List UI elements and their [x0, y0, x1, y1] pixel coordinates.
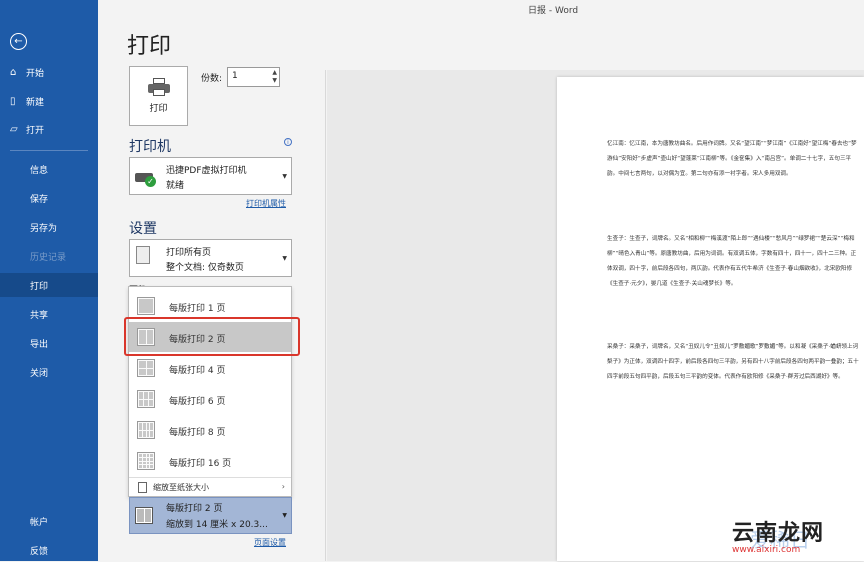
- menu-item-6-pages[interactable]: 每版打印 6 页: [129, 384, 291, 414]
- print-range-line2: 整个文档: 仅奇数页: [166, 263, 244, 273]
- settings-heading: 设置: [129, 221, 157, 237]
- sidebar-item-print[interactable]: 打印: [0, 273, 98, 297]
- sidebar-item-info[interactable]: 信息: [0, 157, 98, 181]
- title-bar: 日报 - Word: [98, 0, 864, 22]
- chevron-down-icon: ▼: [282, 173, 287, 180]
- sidebar-item-open[interactable]: ▱ 打开: [0, 117, 98, 141]
- layout-16-pages-icon: [137, 452, 155, 470]
- menu-item-8-pages[interactable]: 每版打印 8 页: [129, 415, 291, 445]
- print-range-line1: 打印所有页: [166, 248, 212, 258]
- sidebar-item-share[interactable]: 共享: [0, 302, 98, 326]
- preview-divider: [325, 70, 326, 561]
- sidebar-item-label: 新建: [26, 97, 45, 108]
- chevron-down-icon: ▼: [282, 255, 287, 262]
- print-button-label: 打印: [149, 104, 168, 114]
- sidebar-item-label: 导出: [30, 339, 49, 350]
- sidebar-item-new[interactable]: ▯ 新建: [0, 89, 98, 113]
- sidebar-item-label: 开始: [26, 68, 45, 79]
- sidebar-item-export[interactable]: 导出: [0, 331, 98, 355]
- backstage-sidebar: ← ⌂ 开始 ▯ 新建 ▱ 打开 信息 保存 另存为 历史记录 打印 共享 导出…: [0, 0, 98, 561]
- selection-highlight: [124, 317, 300, 356]
- watermark-title: 云南龙网: [732, 521, 825, 546]
- menu-item-4-pages[interactable]: 每版打印 4 页: [129, 353, 291, 383]
- sidebar-item-label: 反馈: [30, 546, 49, 557]
- page-setup-link[interactable]: 页面设置: [254, 537, 286, 548]
- pages-per-sheet-line2: 缩放到 14 厘米 x 20.3...: [166, 520, 268, 530]
- menu-item-label: 每版打印 4 页: [169, 366, 226, 376]
- new-doc-icon: ▯: [10, 95, 16, 107]
- folder-open-icon: ▱: [10, 123, 18, 135]
- page-title: 打印: [127, 34, 172, 59]
- preview-paragraph: 采桑子：采桑子，词牌名，又名“丑奴儿令”丑奴儿”罗敷媚歌”罗敷媚”等。以和凝《采…: [607, 344, 859, 380]
- chevron-down-icon: ▼: [282, 512, 287, 519]
- sidebar-divider: [10, 150, 88, 151]
- copies-label: 份数:: [201, 74, 223, 84]
- print-range-select[interactable]: 打印所有页 整个文档: 仅奇数页 ▼: [129, 239, 292, 277]
- spin-arrows-icon[interactable]: ▲ ▼: [272, 69, 277, 85]
- menu-item-16-pages[interactable]: 每版打印 16 页: [129, 446, 291, 476]
- layout-4-pages-icon: [137, 359, 155, 377]
- sidebar-item-save[interactable]: 保存: [0, 186, 98, 210]
- pages-per-sheet-line1: 每版打印 2 页: [166, 504, 223, 514]
- layout-1-page-icon: [137, 297, 155, 315]
- layout-2-pages-icon: [135, 507, 153, 524]
- printer-name: 迅捷PDF虚拟打印机: [166, 166, 247, 176]
- sidebar-item-label: 打开: [26, 125, 45, 136]
- sidebar-item-feedback[interactable]: 反馈: [0, 538, 98, 562]
- pages-per-sheet-select[interactable]: 每版打印 2 页 缩放到 14 厘米 x 20.3... ▼: [129, 497, 292, 534]
- menu-item-label: 每版打印 1 页: [169, 304, 226, 314]
- sidebar-item-label: 共享: [30, 310, 49, 321]
- chevron-right-icon: ›: [281, 482, 285, 491]
- printer-heading: 打印机: [129, 139, 171, 155]
- copies-value: 1: [232, 71, 238, 81]
- menu-item-label: 每版打印 16 页: [169, 459, 232, 469]
- menu-item-label: 每版打印 6 页: [169, 397, 226, 407]
- home-icon: ⌂: [10, 66, 17, 78]
- back-arrow-icon[interactable]: ←: [10, 33, 27, 50]
- menu-item-label: 每版打印 8 页: [169, 428, 226, 438]
- site-watermark: 爱稀日 云南龙网 www.aixiri.com: [728, 510, 864, 561]
- scale-to-paper-item[interactable]: 缩放至纸张大小 ›: [129, 477, 291, 496]
- sidebar-item-label: 另存为: [30, 223, 58, 234]
- preview-paragraph: 忆江南：忆江南，本为唐教坊曲名。后用作词牌。又名“望江南”“梦江南”《江南好“望…: [607, 141, 857, 177]
- pages-icon: [136, 246, 150, 264]
- layout-8-pages-icon: [137, 421, 155, 439]
- sidebar-item-label: 关闭: [30, 368, 49, 379]
- info-icon[interactable]: i: [284, 138, 292, 146]
- sidebar-item-home[interactable]: ⌂ 开始: [0, 60, 98, 84]
- printer-properties-link[interactable]: 打印机属性: [246, 198, 286, 209]
- watermark-url: www.aixiri.com: [732, 545, 801, 555]
- sidebar-item-close[interactable]: 关闭: [0, 360, 98, 384]
- sidebar-item-label: 历史记录: [30, 252, 67, 263]
- print-button[interactable]: 打印: [129, 66, 188, 126]
- preview-page: 忆江南：忆江南，本为唐教坊曲名。后用作词牌。又名“望江南”“梦江南”《江南好“望…: [557, 77, 864, 561]
- preview-paragraph: 生查子：生查子，词牌名。又名“相和柳”“梅溪渡”陌上郎”“遇仙楼”“愁风月”“绿…: [607, 236, 857, 287]
- sidebar-item-label: 打印: [30, 281, 49, 292]
- sidebar-item-label: 帐户: [30, 517, 49, 528]
- printer-icon: [147, 78, 170, 96]
- printer-select[interactable]: ✓ 迅捷PDF虚拟打印机 就绪 ▼: [129, 157, 292, 195]
- sidebar-item-account[interactable]: 帐户: [0, 509, 98, 533]
- printer-ready-icon: ✓: [135, 168, 157, 187]
- page-scale-icon: [138, 482, 147, 493]
- window-title: 日报 - Word: [528, 6, 579, 16]
- layout-6-pages-icon: [137, 390, 155, 408]
- printer-status: 就绪: [166, 181, 185, 191]
- sidebar-item-label: 保存: [30, 194, 49, 205]
- sidebar-item-save-as[interactable]: 另存为: [0, 215, 98, 239]
- copies-stepper[interactable]: 1 ▲ ▼: [227, 67, 280, 87]
- sidebar-item-label: 信息: [30, 165, 49, 176]
- sidebar-item-history[interactable]: 历史记录: [0, 244, 98, 268]
- scale-to-paper-label: 缩放至纸张大小: [153, 483, 209, 492]
